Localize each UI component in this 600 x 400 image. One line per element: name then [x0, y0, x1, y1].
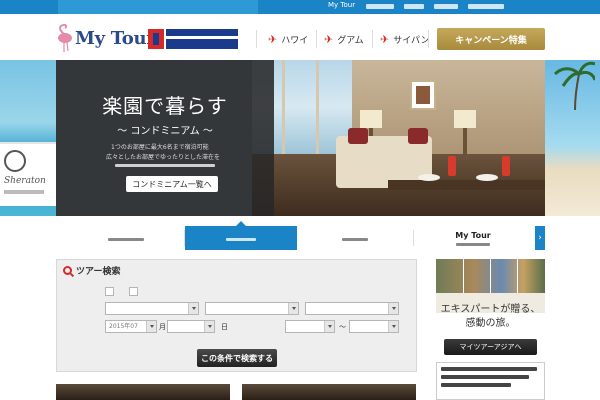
- nav-divider: [256, 30, 257, 48]
- sheraton-logo-icon: [4, 150, 26, 172]
- feature-banner-1[interactable]: [56, 384, 230, 400]
- hero-subtitle: 〜 コンドミニアム 〜: [117, 126, 213, 137]
- tour-search-panel: ツアー検索 2015年07 月 日 〜 この条件で検索する: [56, 259, 417, 372]
- nav-divider: [372, 30, 373, 48]
- top-link-mytour[interactable]: My Tour: [328, 1, 355, 9]
- top-link-4[interactable]: [434, 4, 458, 9]
- destination-select-2[interactable]: [205, 302, 299, 315]
- hero-painting-image: [410, 80, 436, 110]
- lamp-icon: [454, 110, 476, 128]
- hero-prev-slide-preview[interactable]: Sheraton: [0, 60, 56, 216]
- nav-guam-label: グアム: [337, 35, 364, 46]
- top-tagline-bar: [58, 0, 258, 14]
- page: { "topbar": { "tagline": "", "links": ["…: [0, 0, 600, 400]
- united-tours-logo[interactable]: [148, 26, 240, 52]
- slider-tab-3[interactable]: [298, 226, 412, 250]
- nav-hawaii[interactable]: ✈ ハワイ: [268, 28, 308, 50]
- asia-ad-button[interactable]: マイツアーアジアへ: [444, 339, 537, 355]
- asia-ad-title: エキスパートが贈る、 感動の旅。: [440, 304, 541, 329]
- top-link-2[interactable]: [366, 4, 394, 9]
- slider-next-button[interactable]: ›: [535, 226, 545, 250]
- slider-tab-4[interactable]: My Tour: [414, 226, 532, 250]
- nav-divider: [316, 30, 317, 48]
- lamp-icon: [360, 110, 382, 128]
- destination-select-3[interactable]: [305, 302, 399, 315]
- budget-min-select[interactable]: [285, 320, 335, 333]
- mytour-logo[interactable]: My Tour: [55, 24, 156, 54]
- type-checkbox-2[interactable]: [129, 287, 138, 296]
- united-tours-group-label: [166, 29, 238, 36]
- sheraton-brand: Sheraton: [4, 176, 46, 186]
- airplane-icon: ✈: [268, 32, 278, 46]
- slider-tab-1[interactable]: [68, 226, 184, 250]
- hero-dining-table: [388, 180, 545, 190]
- campaign-button[interactable]: キャンペーン特集: [437, 28, 545, 50]
- top-utility-bar: My Tour: [0, 0, 600, 14]
- airplane-icon: ✈: [324, 32, 334, 46]
- logo-text: My Tour: [75, 28, 156, 49]
- nav-saipan[interactable]: ✈ サイパン: [380, 28, 430, 50]
- budget-max-select[interactable]: [349, 320, 399, 333]
- feature-banner-2[interactable]: [242, 384, 416, 400]
- airplane-icon: ✈: [380, 32, 390, 46]
- hero-text-panel: 楽園で暮らす 〜 コンドミニアム 〜 1つのお部屋に最大6名まで宿泊可能 広々と…: [56, 60, 274, 216]
- search-icon: [63, 266, 72, 275]
- search-submit-button[interactable]: この条件で検索する: [197, 349, 277, 367]
- departure-day-select[interactable]: [167, 320, 215, 333]
- asia-ad-banner[interactable]: エキスパートが贈る、 感動の旅。 マイツアーアジアへ: [436, 259, 545, 400]
- type-checkbox-1[interactable]: [105, 287, 114, 296]
- sheraton-banner: Sheraton: [0, 142, 56, 206]
- hero-desc-2: 広々としたお部屋でゆったりとした滞在を: [106, 154, 221, 161]
- hero-slider: Sheraton 楽園で暮らす 〜 コンドミニアム 〜 1つのお部屋に最大6名ま…: [0, 60, 600, 216]
- hero-slider-tabs: My Tour: [56, 221, 545, 250]
- flamingo-icon: [58, 24, 72, 52]
- hero-desc-1: 1つのお部屋に最大6名まで宿泊可能: [111, 144, 209, 151]
- united-tours-name: [166, 39, 238, 49]
- sheraton-sub: [4, 190, 44, 194]
- info-box: [436, 362, 545, 400]
- tour-search-title: ツアー検索: [63, 264, 120, 277]
- departure-month-select[interactable]: 2015年07: [105, 320, 157, 333]
- condominium-list-button[interactable]: コンドミニアム一覧へ: [126, 176, 218, 192]
- destination-select-1[interactable]: [105, 302, 199, 315]
- top-link-3[interactable]: [404, 4, 424, 9]
- top-link-5[interactable]: [468, 4, 504, 9]
- united-tours-mark-icon: [148, 29, 164, 49]
- asia-ad-photo: [436, 259, 545, 293]
- nav-divider: [428, 30, 429, 48]
- nav-guam[interactable]: ✈ グアム: [324, 28, 364, 50]
- nav-saipan-label: サイパン: [393, 35, 430, 46]
- hero-title: 楽園で暮らす: [102, 94, 228, 118]
- palm-tree-icon: [553, 61, 595, 110]
- hero-desc-3: [115, 164, 215, 167]
- hero-main-slide: 楽園で暮らす 〜 コンドミニアム 〜 1つのお部屋に最大6名まで宿泊可能 広々と…: [56, 60, 545, 216]
- slider-tab-2[interactable]: [185, 221, 297, 250]
- nav-hawaii-label: ハワイ: [281, 35, 309, 46]
